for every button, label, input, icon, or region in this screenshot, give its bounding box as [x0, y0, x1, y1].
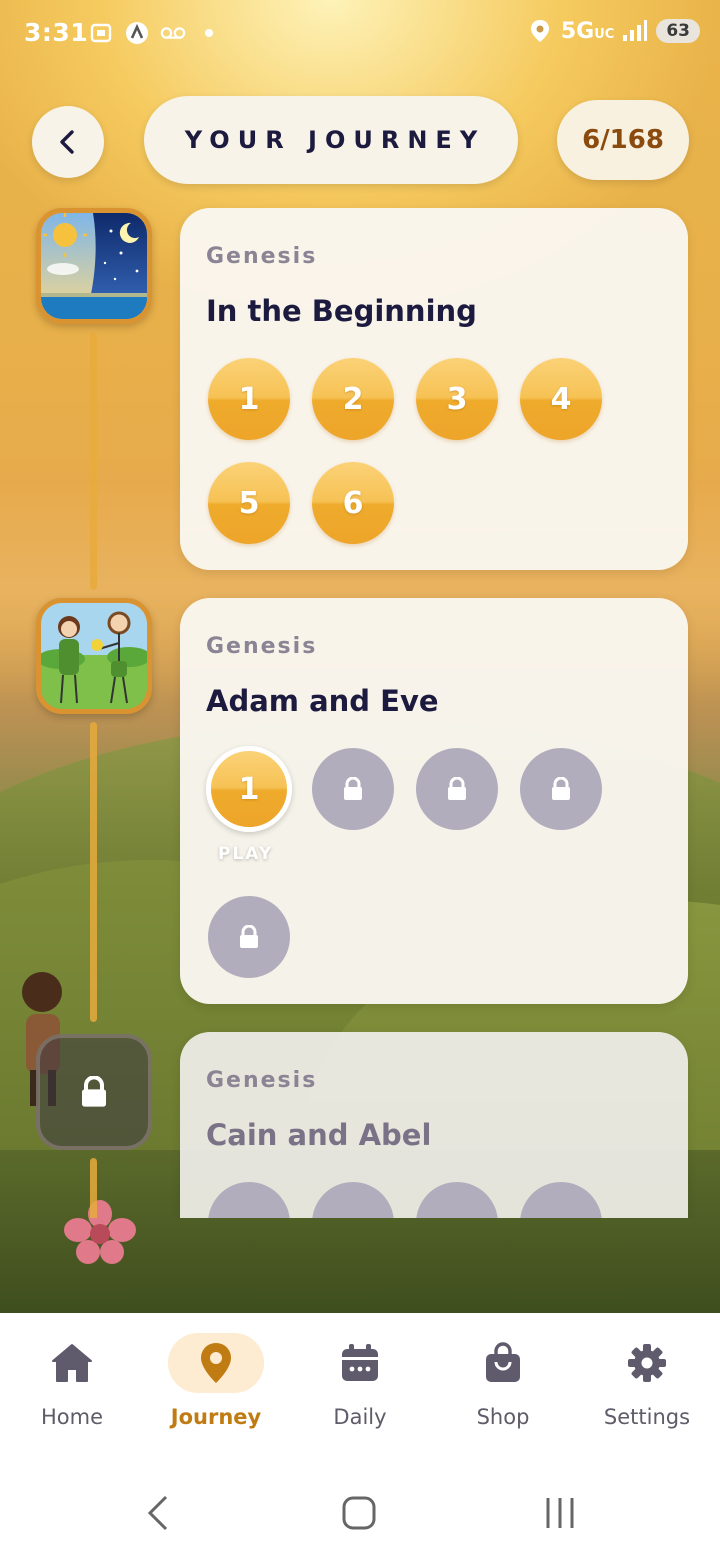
system-back-button[interactable] [138, 1493, 178, 1533]
level-button-completed[interactable]: 3 [416, 358, 498, 440]
lock-icon [448, 777, 466, 800]
level-button-completed[interactable]: 4 [520, 358, 602, 440]
level-button-locked[interactable] [520, 748, 602, 830]
level-button-locked[interactable] [208, 1182, 290, 1218]
recents-icon [546, 1498, 574, 1528]
level-button-locked[interactable] [312, 1182, 394, 1218]
back-button[interactable] [32, 106, 104, 178]
level-number: 1 [238, 381, 260, 417]
screenshot-icon [88, 20, 114, 46]
journey-list[interactable]: Genesis In the Beginning 1 2 3 4 5 6 Gen… [0, 200, 720, 1218]
story-title: Adam and Eve [206, 684, 439, 718]
nav-label: Settings [603, 1405, 691, 1429]
level-button-locked[interactable] [312, 748, 394, 830]
story-book: Genesis [206, 1068, 318, 1093]
level-button-completed[interactable]: 6 [312, 462, 394, 544]
home-square-icon [342, 1496, 376, 1530]
level-button-locked[interactable] [416, 1182, 498, 1218]
nav-label: Daily [333, 1405, 387, 1429]
level-button-locked[interactable] [520, 1182, 602, 1218]
story-thumbnail-adam-eve[interactable] [36, 598, 152, 714]
location-icon [527, 18, 553, 44]
nav-item-journey[interactable]: Journey [151, 1333, 281, 1443]
level-button-current[interactable]: 1 [206, 746, 292, 832]
back-arrow-icon [147, 1495, 168, 1531]
level-button-completed[interactable]: 1 [208, 358, 290, 440]
story-thumbnail-locked[interactable] [36, 1034, 152, 1150]
system-recents-button[interactable] [540, 1493, 580, 1533]
signal-icon [622, 18, 648, 44]
lock-icon [240, 925, 258, 948]
system-home-button[interactable] [339, 1493, 379, 1533]
battery-indicator: 63 [656, 19, 700, 43]
story-card[interactable]: Genesis Adam and Eve 1 PLAY [180, 598, 688, 1004]
level-number: 1 [238, 771, 260, 807]
network-subtype: UC [594, 26, 615, 42]
level-button-completed[interactable]: 5 [208, 462, 290, 544]
story-book: Genesis [206, 634, 318, 659]
voicemail-icon [160, 20, 186, 46]
level-number: 5 [238, 485, 260, 521]
bottom-navigation: Home Journey Daily Shop Settings [0, 1313, 720, 1451]
story-book: Genesis [206, 244, 318, 269]
network-type: 5G [560, 18, 595, 44]
nav-item-settings[interactable]: Settings [582, 1333, 712, 1443]
page-title: YOUR JOURNEY [184, 126, 486, 154]
lock-icon [82, 1076, 106, 1107]
level-button-locked[interactable] [416, 748, 498, 830]
level-button-locked[interactable] [208, 896, 290, 978]
nav-item-shop[interactable]: Shop [438, 1333, 568, 1443]
story-thumbnail-creation[interactable] [36, 208, 152, 324]
level-button-completed[interactable]: 2 [312, 358, 394, 440]
nav-label: Shop [476, 1405, 530, 1429]
page-title-pill: YOUR JOURNEY [144, 96, 518, 184]
chevron-left-icon [60, 130, 74, 154]
story-title: In the Beginning [206, 294, 477, 328]
gear-icon [628, 1344, 666, 1382]
lock-icon [552, 777, 570, 800]
calendar-icon [342, 1344, 378, 1381]
level-number: 2 [342, 381, 364, 417]
map-pin-icon [201, 1343, 231, 1383]
nav-label: Journey [170, 1405, 262, 1429]
timeline-connector [90, 1158, 97, 1218]
system-navigation-bar [0, 1451, 720, 1561]
level-number: 6 [342, 485, 364, 521]
lock-icon [344, 777, 362, 800]
story-title: Cain and Abel [206, 1118, 432, 1152]
shopping-bag-icon [486, 1342, 520, 1382]
status-time: 3:31 [24, 18, 89, 47]
progress-counter: 6/168 [557, 100, 689, 180]
nav-label: Home [40, 1405, 103, 1429]
level-number: 4 [550, 381, 572, 417]
nav-item-daily[interactable]: Daily [295, 1333, 425, 1443]
timeline-connector [90, 722, 97, 1022]
home-icon [52, 1344, 92, 1382]
level-number: 3 [446, 381, 468, 417]
story-card[interactable]: Genesis In the Beginning 1 2 3 4 5 6 [180, 208, 688, 570]
status-bar: 3:31 5GUC 63 [0, 0, 720, 70]
network-label: 5GUC [561, 19, 614, 44]
play-label: PLAY [218, 844, 274, 864]
timeline-connector [90, 332, 97, 590]
app-notification-icon [124, 20, 150, 46]
notification-dot-icon [196, 20, 222, 46]
nav-item-home[interactable]: Home [7, 1333, 137, 1443]
story-card-locked[interactable]: Genesis Cain and Abel [180, 1032, 688, 1218]
progress-text: 6/168 [582, 125, 664, 155]
